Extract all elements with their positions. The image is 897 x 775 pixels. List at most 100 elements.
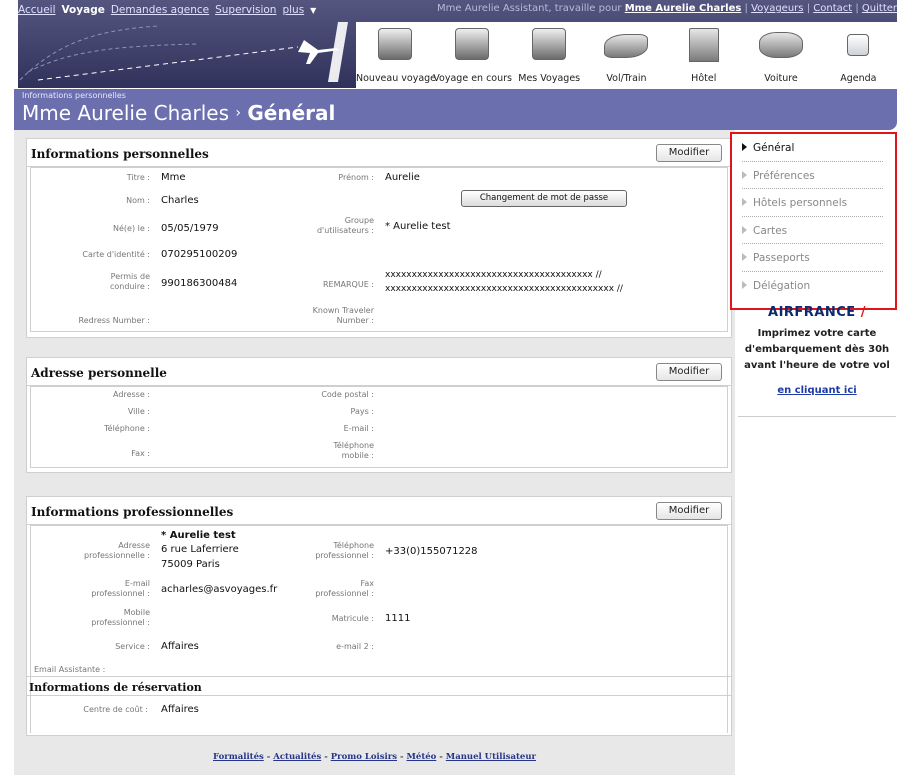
- new-trip-suitcase-icon: [377, 28, 412, 60]
- footer-promo-link[interactable]: Promo Loisirs: [331, 752, 397, 762]
- side-item-passports[interactable]: Passeports: [742, 244, 883, 272]
- ad-link[interactable]: en cliquant ici: [738, 385, 896, 396]
- new-trip-label: Nouveau voyage: [356, 73, 437, 84]
- ad-line1: Imprimez votre carte: [757, 328, 877, 339]
- footer-manual-link[interactable]: Manuel Utilisateur: [446, 752, 536, 762]
- hotel-label: Hôtel: [691, 73, 717, 84]
- assistant-text: Mme Aurelie Assistant, travaille pour: [437, 3, 622, 14]
- contact-link[interactable]: Contact: [813, 3, 852, 14]
- address-modify-button[interactable]: Modifier: [656, 363, 722, 381]
- ad-divider: [738, 416, 896, 417]
- agenda-button[interactable]: Agenda: [820, 22, 897, 88]
- fax-label: Fax :: [131, 449, 150, 458]
- city-label: Ville :: [127, 407, 150, 416]
- ad-line2: d'embarquement dès 30h: [744, 344, 890, 355]
- id-card-label: Carte d'identité :: [82, 250, 150, 259]
- nav-voyage[interactable]: Voyage: [62, 4, 105, 16]
- side-menu: Général Préférences Hôtels personnels Ca…: [730, 132, 897, 310]
- birthdate-label: Né(e) le :: [113, 224, 150, 233]
- personal-address-header: Adresse personnelle Modifier: [27, 358, 731, 386]
- quitter-link[interactable]: Quitter: [862, 3, 897, 14]
- license-value: 990186300484: [161, 278, 238, 289]
- triangle-right-icon: [742, 198, 747, 206]
- title-value: Mme: [161, 172, 186, 183]
- lastname-value: Charles: [161, 195, 199, 206]
- work-phone-label-line1: Téléphone: [333, 541, 374, 550]
- my-trips-button[interactable]: Mes Voyages: [511, 22, 588, 88]
- hotel-button[interactable]: Hôtel: [665, 22, 742, 88]
- id-card-value: 070295100209: [161, 249, 238, 260]
- work-address-line1: * Aurelie test: [161, 530, 236, 541]
- voyageurs-link[interactable]: Voyageurs: [751, 3, 803, 14]
- professional-info-header: Informations professionnelles Modifier: [27, 497, 731, 525]
- redress-number-label: Redress Number :: [78, 316, 151, 325]
- work-address-label-line2: professionnelle :: [84, 551, 150, 560]
- remark-label: REMARQUE :: [323, 280, 374, 289]
- side-item-label: Général: [753, 142, 795, 154]
- address-label: Adresse :: [113, 390, 150, 399]
- license-label-line1: Permis de: [110, 272, 150, 281]
- airfrance-ad: AIRFRANCE / Imprimez votre carte d'embar…: [738, 305, 896, 417]
- triangle-right-icon: [742, 143, 747, 151]
- top-nav: Accueil Voyage Demandes agence Supervision p…: [18, 4, 316, 16]
- flight-train-button[interactable]: Vol/Train: [588, 22, 665, 88]
- remark-line1: xxxxxxxxxxxxxxxxxxxxxxxxxxxxxxxxxxxxxxx …: [385, 270, 602, 280]
- title-band: Informations personnelles Mme Aurelie Ch…: [14, 89, 897, 130]
- booking-info-title: Informations de réservation: [27, 676, 731, 696]
- firstname-label: Prénom :: [338, 173, 374, 182]
- nav-accueil[interactable]: Accueil: [18, 4, 56, 16]
- footer-formalites-link[interactable]: Formalités: [213, 752, 264, 762]
- work-phone-label-line2: professionnel :: [315, 551, 374, 560]
- calendar-icon: [847, 34, 870, 56]
- footer-separator: -: [400, 752, 404, 762]
- hotel-icon: [688, 28, 719, 62]
- remark-line2: xxxxxxxxxxxxxxxxxxxxxxxxxxxxxxxxxxxxxxxx…: [385, 284, 623, 294]
- car-button[interactable]: Voiture: [742, 22, 819, 88]
- side-item-label: Cartes: [753, 224, 788, 237]
- chevron-down-icon[interactable]: ▼: [310, 6, 316, 15]
- work-mobile-label-line2: professionnel :: [91, 618, 150, 627]
- personal-address-title: Adresse personnelle: [31, 366, 167, 380]
- personal-info-fields: Titre : Mme Prénom : Aurelie Nom : Charl…: [30, 167, 728, 332]
- side-item-preferences[interactable]: Préférences: [742, 162, 883, 189]
- work-mobile-label-line1: Mobile: [123, 608, 150, 617]
- personal-address-section: Adresse personnelle Modifier Adresse : C…: [26, 357, 732, 473]
- department-value: Affaires: [161, 641, 199, 652]
- postal-code-label: Code postal :: [321, 390, 374, 399]
- work-address-line3: 75009 Paris: [161, 559, 220, 570]
- side-item-delegation[interactable]: Délégation: [742, 272, 883, 300]
- footer-actualites-link[interactable]: Actualités: [273, 752, 321, 762]
- professional-modify-button[interactable]: Modifier: [656, 502, 722, 520]
- ad-text: Imprimez votre carte d'embarquement dès …: [738, 326, 896, 374]
- cost-center-value: Affaires: [161, 704, 199, 715]
- group-label-line2: d'utilisateurs :: [316, 226, 374, 235]
- personal-info-title: Informations personnelles: [31, 147, 209, 161]
- side-item-label: Préférences: [753, 169, 815, 182]
- principal-link[interactable]: Mme Aurelie Charles: [625, 3, 742, 14]
- side-item-cards[interactable]: Cartes: [742, 217, 883, 244]
- personal-modify-button[interactable]: Modifier: [656, 144, 722, 162]
- current-trip-button[interactable]: Voyage en cours: [433, 22, 512, 88]
- work-email-value: acharles@asvoyages.fr: [161, 584, 278, 595]
- work-fax-label-line2: professionnel :: [315, 589, 374, 598]
- side-item-general[interactable]: Général: [742, 134, 883, 162]
- booking-info-subsection: Informations de réservation Centre de co…: [27, 676, 731, 726]
- nav-demandes-agence[interactable]: Demandes agence: [111, 4, 209, 16]
- triangle-right-icon: [742, 225, 747, 234]
- new-trip-button[interactable]: Nouveau voyage: [356, 22, 437, 88]
- change-password-button[interactable]: Changement de mot de passe: [461, 190, 627, 207]
- nav-supervision[interactable]: Supervision: [215, 4, 276, 16]
- employee-id-value: 1111: [385, 613, 411, 624]
- nav-plus[interactable]: plus: [282, 4, 304, 16]
- footer-separator: -: [324, 752, 328, 762]
- footer-separator: -: [266, 752, 271, 762]
- side-item-label: Hôtels personnels: [753, 197, 848, 209]
- personal-address-fields: Adresse : Code postal : Ville : Pays : T…: [30, 386, 728, 468]
- page-title: Mme Aurelie Charles › Général: [22, 101, 335, 125]
- birthdate-value: 05/05/1979: [161, 223, 219, 234]
- icon-toolbar: Nouveau voyage Voyage en cours Mes Voyag…: [356, 22, 897, 88]
- firstname-value: Aurelie: [385, 172, 420, 183]
- side-item-hotels[interactable]: Hôtels personnels: [742, 189, 883, 217]
- footer-meteo-link[interactable]: Météo: [407, 752, 437, 762]
- agenda-label: Agenda: [840, 73, 877, 84]
